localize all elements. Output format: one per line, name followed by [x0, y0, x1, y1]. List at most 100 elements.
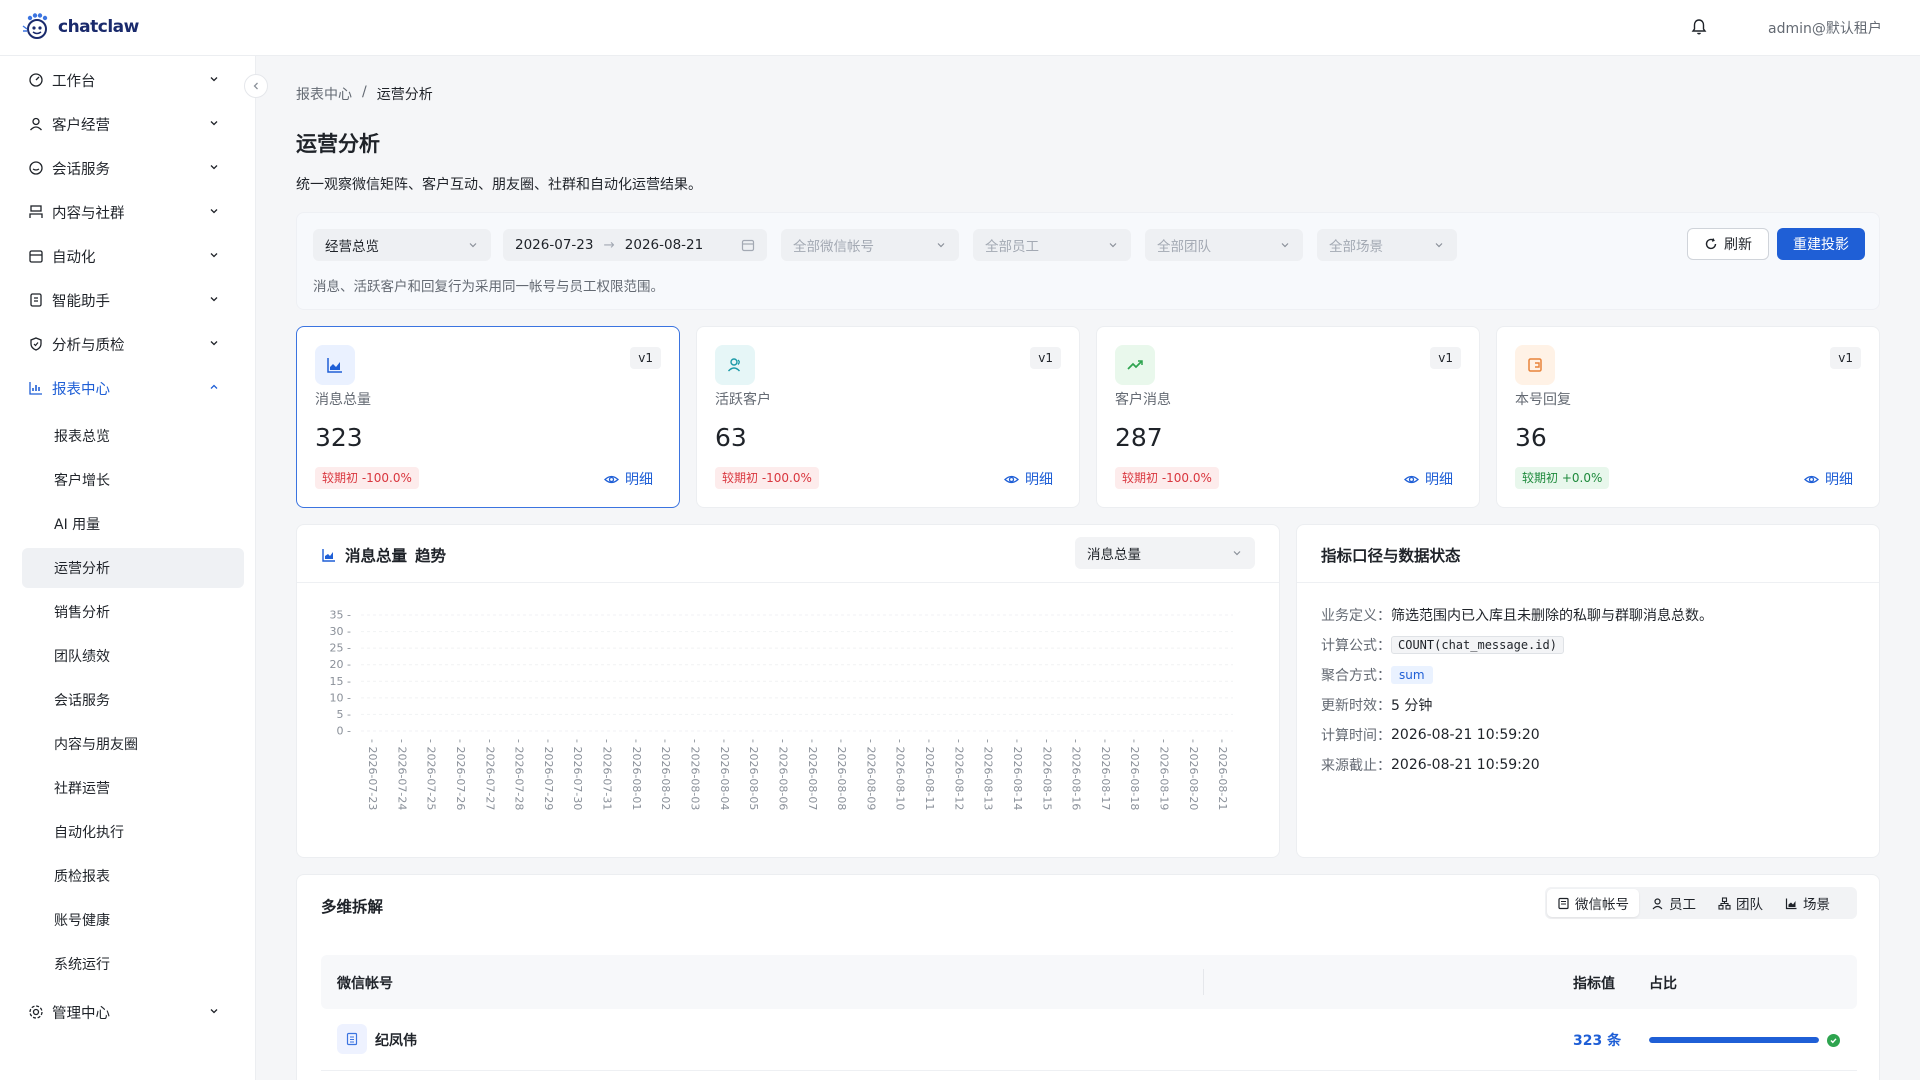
trend-title: 消息总量 趋势: [321, 544, 446, 566]
table-row[interactable]: 纪凤伟 323 条: [321, 1009, 1857, 1071]
kpi-detail-link[interactable]: 明细: [1804, 469, 1853, 489]
refresh-icon: [1705, 238, 1717, 250]
user-icon: [30, 117, 42, 131]
wechat-account-select[interactable]: 全部微信帐号: [781, 229, 959, 261]
view-select[interactable]: 经营总览: [313, 229, 491, 261]
sidebar-item-operations-analysis[interactable]: 运营分析: [22, 548, 244, 588]
kpi-label: 本号回复: [1515, 392, 1571, 408]
row-metric-value[interactable]: 323 条: [1573, 1030, 1621, 1050]
tab-wechat-account[interactable]: 微信帐号: [1547, 889, 1639, 917]
tab-scene[interactable]: 场景: [1775, 889, 1840, 917]
trend-metric-select[interactable]: 消息总量: [1075, 537, 1255, 569]
version-badge: v1: [1830, 347, 1861, 369]
date-range-picker[interactable]: 2026-07-23 → 2026-08-21: [503, 229, 767, 261]
x-tick-label: - 2026-08-12: [952, 739, 965, 810]
sidebar-item-community-ops[interactable]: 社群运营: [22, 768, 244, 808]
date-start[interactable]: 2026-07-23: [515, 237, 593, 253]
dashboard-icon: [29, 73, 43, 87]
nav-group-workbench[interactable]: 工作台: [22, 60, 236, 100]
kpi-card-customer-messages[interactable]: v1 客户消息 287 较期初 -100.0% 明细: [1096, 326, 1480, 508]
sidebar: 工作台 客户经营 会话服务 内容与社群 自动化 智能助手 分析与质检 报表中心 …: [0, 56, 256, 1080]
x-tick-label: - 2026-08-14: [1011, 739, 1024, 810]
tab-team[interactable]: 团队: [1708, 889, 1773, 917]
bar-chart-icon: [1785, 898, 1797, 909]
chevron-down-icon: [210, 209, 218, 214]
sidebar-item-qc-report[interactable]: 质检报表: [22, 856, 244, 896]
sidebar-item-report-overview[interactable]: 报表总览: [22, 416, 244, 456]
kpi-value: 323: [315, 423, 363, 452]
breadcrumb: 报表中心 / 运营分析: [296, 84, 433, 104]
column-header-value: 指标值: [1573, 976, 1615, 992]
version-badge: v1: [1030, 347, 1061, 369]
kpi-value: 63: [715, 423, 747, 452]
x-tick-label: - 2026-07-25: [425, 739, 438, 810]
nav-group-content[interactable]: 内容与社群: [22, 192, 236, 232]
list-icon: [1558, 897, 1569, 909]
sidebar-item-system-run[interactable]: 系统运行: [22, 944, 244, 984]
x-tick-label: - 2026-07-24: [395, 739, 408, 810]
sidebar-item-conversation-service[interactable]: 会话服务: [22, 680, 244, 720]
rebuild-projection-button[interactable]: 重建投影: [1777, 228, 1865, 260]
app-logo[interactable]: chatclaw: [20, 12, 139, 42]
table-header: 微信帐号 指标值 占比: [321, 955, 1857, 1009]
y-tick-label: 35 -: [330, 609, 351, 622]
kpi-card-active-customers[interactable]: v1 活跃客户 63 较期初 -100.0% 明细: [696, 326, 1080, 508]
scene-select[interactable]: 全部场景: [1317, 229, 1457, 261]
user-account[interactable]: admin@默认租户: [1768, 18, 1882, 38]
definition-key: 更新时效：: [1321, 698, 1391, 714]
sidebar-item-team-performance[interactable]: 团队绩效: [22, 636, 244, 676]
kpi-card-messages[interactable]: v1 消息总量 323 较期初 -100.0% 明细: [296, 326, 680, 508]
kpi-detail-link[interactable]: 明细: [604, 469, 653, 489]
x-tick-label: - 2026-07-29: [542, 739, 555, 810]
sidebar-collapse-button[interactable]: [244, 74, 268, 98]
kpi-card-own-replies[interactable]: v1 本号回复 36 较期初 +0.0% 明细: [1496, 326, 1880, 508]
kpi-detail-link[interactable]: 明细: [1004, 469, 1053, 489]
tab-staff[interactable]: 员工: [1641, 889, 1706, 917]
sidebar-item-content-moments[interactable]: 内容与朋友圈: [22, 724, 244, 764]
chevron-down-icon: [1109, 243, 1117, 248]
staff-placeholder: 全部员工: [985, 239, 1039, 255]
nav-group-admin[interactable]: 管理中心: [22, 992, 236, 1032]
sidebar-item-automation-exec[interactable]: 自动化执行: [22, 812, 244, 852]
bell-icon[interactable]: [1690, 18, 1708, 36]
filter-panel: 经营总览 2026-07-23 → 2026-08-21 全部微信帐号 全部员工…: [296, 212, 1880, 310]
team-placeholder: 全部团队: [1157, 239, 1211, 255]
nav-group-conversation[interactable]: 会话服务: [22, 148, 236, 188]
nav-group-label: 自动化: [52, 249, 96, 266]
definition-row-calc-time: 计算时间： 2026-08-21 10:59:20: [1321, 725, 1540, 745]
kpi-change-badge: 较期初 +0.0%: [1515, 467, 1610, 489]
chevron-down-icon: [210, 165, 218, 170]
wechat-account-placeholder: 全部微信帐号: [793, 239, 874, 255]
nav-group-automation[interactable]: 自动化: [22, 236, 236, 276]
metric-definition-card: 指标口径与数据状态 业务定义： 筛选范围内已入库且未删除的私聊与群聊消息总数。 …: [1296, 524, 1880, 858]
x-tick-label: - 2026-08-01: [630, 739, 643, 810]
definition-value: 2026-08-21 10:59:20: [1391, 727, 1540, 743]
nav-group-assistant[interactable]: 智能助手: [22, 280, 236, 320]
x-tick-label: - 2026-07-23: [366, 739, 379, 810]
refresh-button[interactable]: 刷新: [1687, 228, 1769, 260]
user-icon: [1652, 897, 1663, 909]
team-select[interactable]: 全部团队: [1145, 229, 1303, 261]
chevron-down-icon: [210, 121, 218, 126]
staff-select[interactable]: 全部员工: [973, 229, 1131, 261]
definition-key: 业务定义：: [1321, 608, 1391, 624]
x-tick-label: - 2026-08-09: [864, 739, 877, 810]
kpi-label: 活跃客户: [715, 392, 771, 408]
x-tick-label: - 2026-08-16: [1070, 739, 1083, 810]
page-title: 运营分析: [296, 132, 380, 156]
trend-title-metric: 消息总量: [345, 547, 408, 565]
nav-group-customer[interactable]: 客户经营: [22, 104, 236, 144]
sidebar-item-ai-usage[interactable]: AI 用量: [22, 504, 244, 544]
kpi-detail-link[interactable]: 明细: [1404, 469, 1453, 489]
kpi-change-badge: 较期初 -100.0%: [315, 467, 419, 489]
sidebar-item-account-health[interactable]: 账号健康: [22, 900, 244, 940]
sidebar-item-sales-analysis[interactable]: 销售分析: [22, 592, 244, 632]
y-tick-label: 5 -: [337, 708, 351, 721]
breadcrumb-parent[interactable]: 报表中心: [296, 84, 352, 104]
kpi-change-badge: 较期初 -100.0%: [1115, 467, 1219, 489]
kpi-detail-label: 明细: [1825, 472, 1853, 488]
sidebar-item-customer-growth[interactable]: 客户增长: [22, 460, 244, 500]
date-end[interactable]: 2026-08-21: [625, 237, 703, 253]
nav-group-reports[interactable]: 报表中心: [22, 368, 236, 408]
nav-group-analysis[interactable]: 分析与质检: [22, 324, 236, 364]
